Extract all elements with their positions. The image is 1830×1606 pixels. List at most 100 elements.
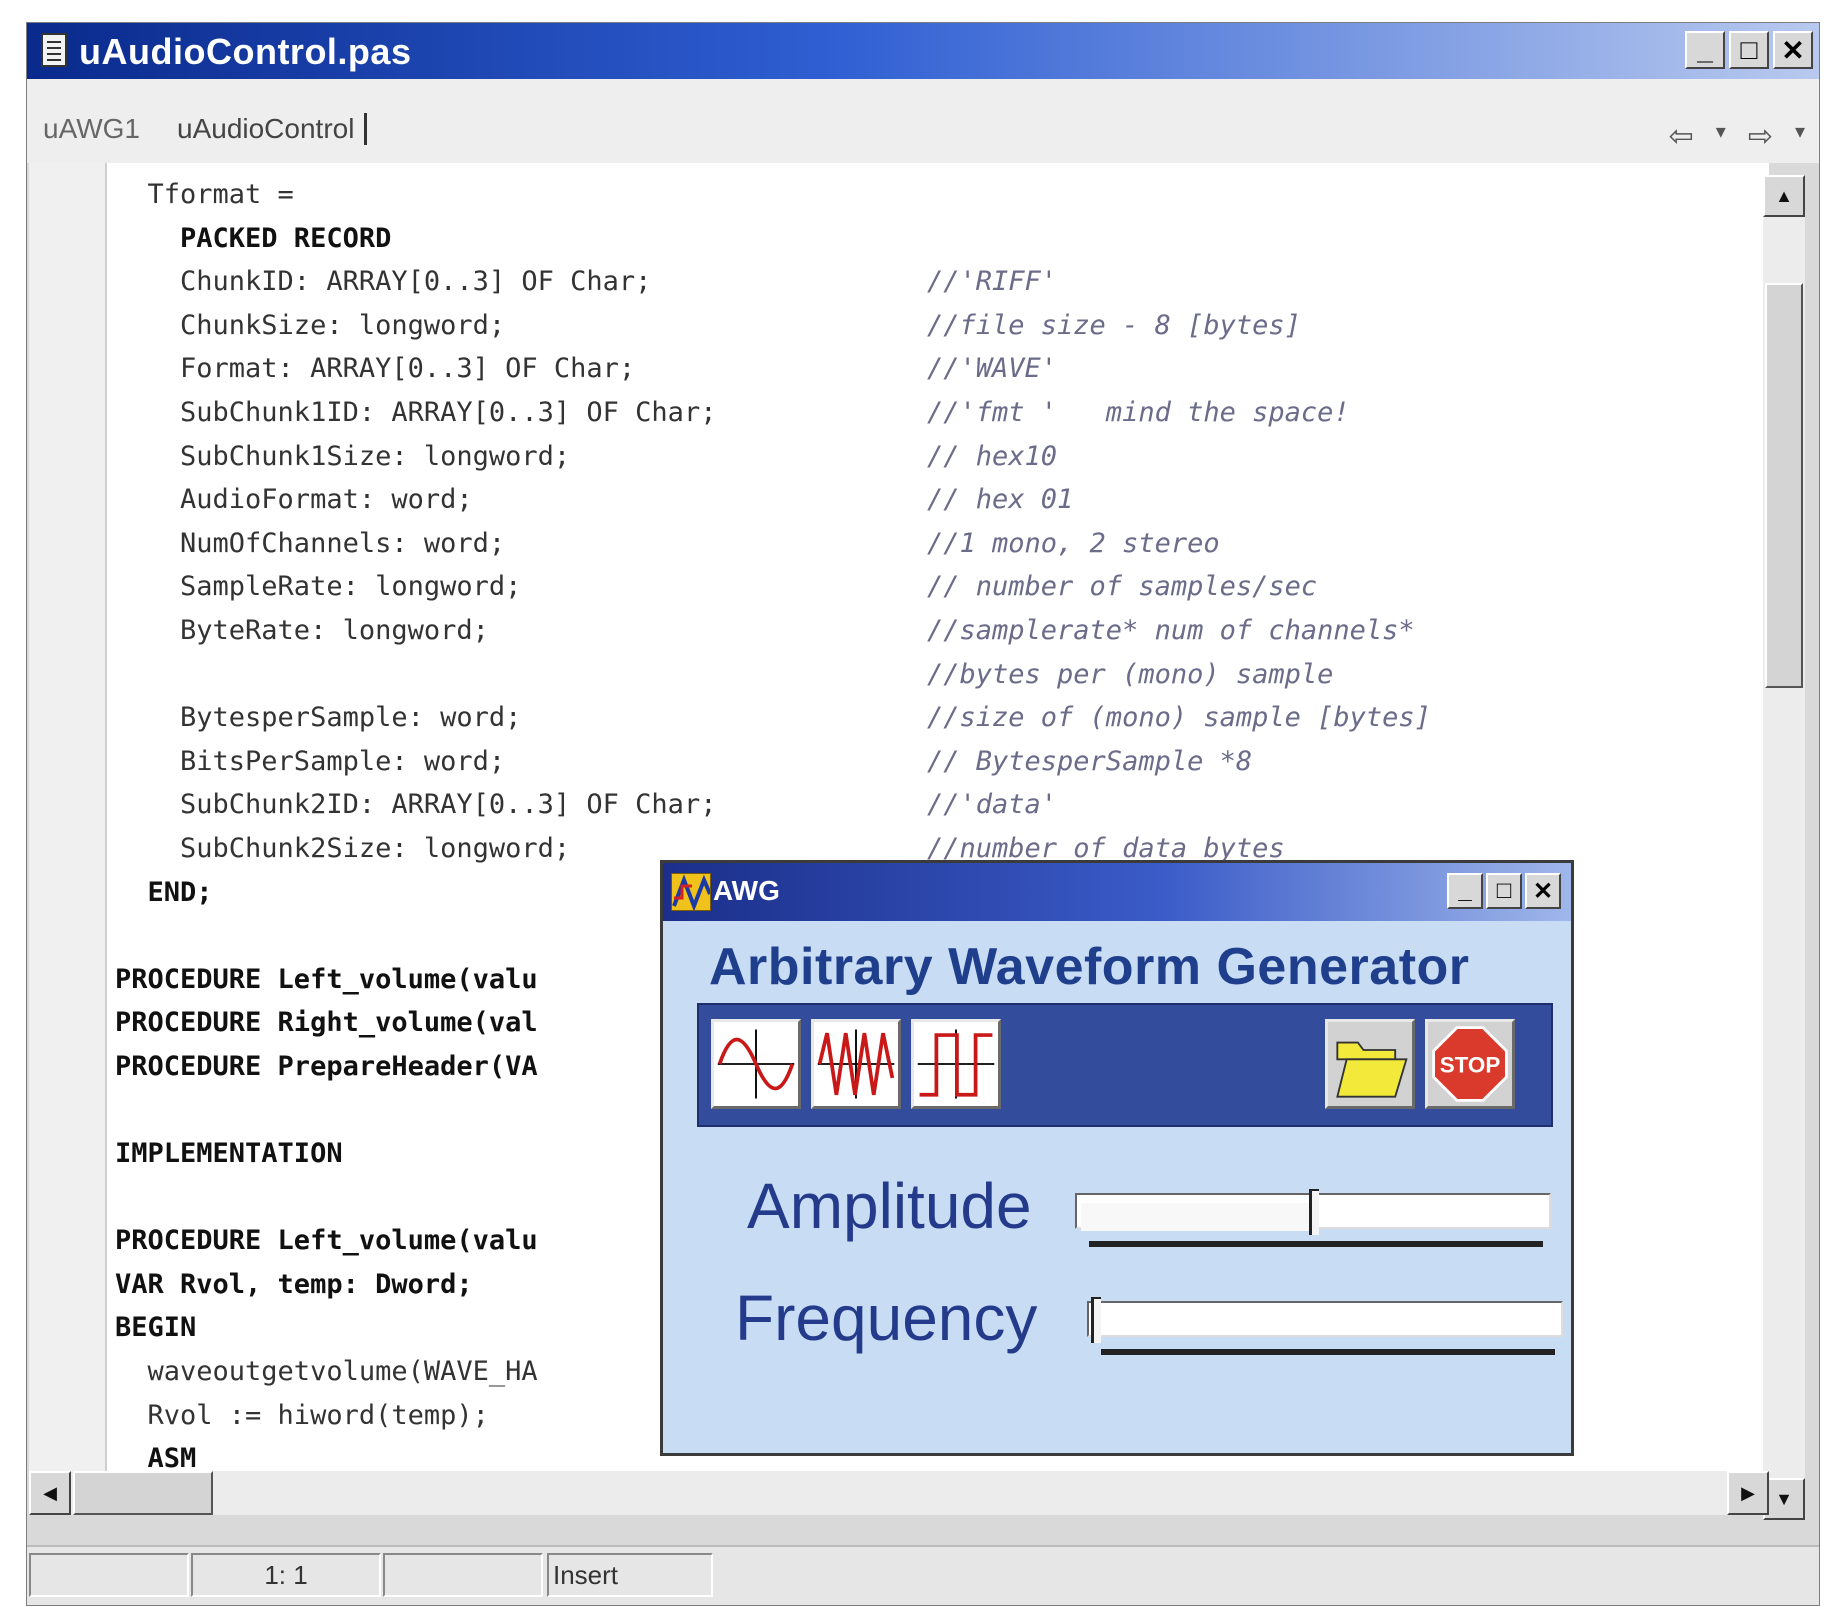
vertical-scrollbar[interactable]: ▲ ▼	[1763, 175, 1805, 1520]
insert-mode: Insert	[547, 1553, 713, 1597]
tab-uawg1[interactable]: uAWG1	[43, 113, 140, 145]
code-line: PACKED RECORD	[115, 217, 716, 261]
code-text: END;	[115, 876, 213, 908]
scroll-down-button[interactable]: ▼	[1763, 1478, 1805, 1520]
code-line: AudioFormat: word; // hex 01	[115, 478, 1073, 522]
code-line: SubChunk2Size: longword;//number of data…	[115, 827, 1285, 871]
status-bar: 1: 1 Insert	[27, 1545, 1819, 1605]
code-text: ASM	[115, 1443, 197, 1475]
code-comment: // hex10	[927, 440, 1058, 472]
triangle-wave-icon	[817, 1029, 895, 1099]
maximize-icon: □	[1740, 34, 1758, 65]
forward-dropdown-icon[interactable]: ▾	[1795, 119, 1805, 154]
triangle-wave-button[interactable]	[811, 1019, 901, 1109]
code-line: IMPLEMENTATION	[115, 1132, 716, 1176]
awg-close-button[interactable]: ✕	[1525, 873, 1561, 909]
code-text: SubChunk1ID: ARRAY[0..3] OF Char;	[115, 396, 717, 428]
code-line: PROCEDURE Left_volume(valu	[115, 958, 716, 1002]
scroll-up-button[interactable]: ▲	[1763, 175, 1805, 217]
sine-wave-button[interactable]	[711, 1019, 801, 1109]
amplitude-label: Amplitude	[747, 1170, 1032, 1242]
code-text: BytesperSample: word;	[115, 702, 522, 734]
window-controls: _ □ ✕	[1685, 31, 1813, 69]
code-line: Rvol := hiword(temp);	[115, 1394, 716, 1438]
awg-minimize-button[interactable]: _	[1447, 873, 1483, 909]
horizontal-scroll-thumb[interactable]	[73, 1471, 213, 1515]
code-text: ByteRate: longword;	[115, 614, 489, 646]
code-line: END;	[115, 871, 716, 915]
awg-window-controls: _ □ ✕	[1447, 873, 1561, 909]
cursor-position: 1: 1	[191, 1553, 381, 1597]
code-text: AudioFormat: word;	[115, 484, 473, 516]
scroll-right-button[interactable]: ▶	[1727, 1471, 1769, 1515]
frequency-label: Frequency	[735, 1282, 1038, 1354]
code-comment: //bytes per (mono) sample	[927, 658, 1334, 690]
title-bar[interactable]: uAudioControl.pas _ □ ✕	[27, 23, 1819, 79]
code-line: VAR Rvol, temp: Dword;	[115, 1263, 716, 1307]
code-text: IMPLEMENTATION	[115, 1138, 343, 1170]
scroll-left-button[interactable]: ◀	[29, 1471, 71, 1515]
code-comment: // number of samples/sec	[927, 571, 1318, 603]
arrow-down-icon: ▼	[1775, 1488, 1793, 1509]
status-cell-empty	[29, 1553, 189, 1597]
code-comment: //'RIFF'	[927, 266, 1058, 298]
vertical-scroll-thumb[interactable]	[1765, 283, 1803, 688]
code-text: VAR Rvol, temp: Dword;	[115, 1268, 473, 1300]
tab-uaudiocontrol[interactable]: uAudioControl	[177, 113, 368, 145]
amplitude-slider[interactable]	[1075, 1189, 1551, 1247]
back-arrow-icon[interactable]: ⇦	[1669, 119, 1694, 154]
arrow-right-icon: ▶	[1741, 1482, 1755, 1503]
code-comment: //samplerate* num of channels*	[927, 614, 1415, 646]
awg-maximize-button[interactable]: □	[1486, 873, 1522, 909]
close-button[interactable]: ✕	[1773, 31, 1813, 69]
square-wave-button[interactable]	[911, 1019, 1001, 1109]
code-line: ByteRate: longword; //samplerate* num of …	[115, 609, 1415, 653]
close-icon: ✕	[1532, 877, 1554, 905]
code-area[interactable]: Tformat = PACKED RECORD ChunkID: ARRAY[0…	[115, 173, 1431, 1513]
amplitude-slider-thumb[interactable]	[1309, 1189, 1319, 1235]
code-text: Rvol := hiword(temp);	[115, 1399, 489, 1431]
code-text: Format: ARRAY[0..3] OF Char;	[115, 353, 636, 385]
maximize-button[interactable]: □	[1729, 31, 1769, 69]
arrow-left-icon: ◀	[43, 1482, 57, 1503]
code-text: waveoutgetvolume(WAVE_HA	[115, 1356, 538, 1388]
back-dropdown-icon[interactable]: ▾	[1716, 119, 1726, 154]
code-line: BitsPerSample: word; // BytesperSample *8	[115, 740, 1252, 784]
frequency-slider[interactable]	[1087, 1297, 1563, 1355]
code-line: PROCEDURE Right_volume(val	[115, 1001, 716, 1045]
code-line: NumOfChannels: word; //1 mono, 2 stereo	[115, 522, 1220, 566]
code-comment: //'WAVE'	[927, 353, 1058, 385]
frequency-slider-thumb[interactable]	[1091, 1297, 1101, 1343]
editor-gutter	[29, 163, 107, 1513]
waveform-toolbar: STOP	[697, 1003, 1553, 1127]
stop-button[interactable]: STOP	[1425, 1019, 1515, 1109]
code-comment: //file size - 8 [bytes]	[927, 309, 1301, 341]
code-text: BitsPerSample: word;	[115, 745, 506, 777]
horizontal-scrollbar[interactable]: ◀ ▶	[29, 1471, 1769, 1515]
awg-heading: Arbitrary Waveform Generator	[709, 938, 1470, 996]
code-text: ChunkSize: longword;	[115, 309, 506, 341]
awg-title-bar[interactable]: AWG _ □ ✕	[663, 863, 1571, 921]
maximize-icon: □	[1496, 877, 1512, 904]
frequency-slider-track[interactable]	[1087, 1301, 1563, 1337]
code-text: PACKED RECORD	[115, 222, 392, 254]
code-line: //bytes per (mono) sample	[115, 653, 1333, 697]
forward-arrow-icon[interactable]: ⇨	[1748, 119, 1773, 154]
code-line: PROCEDURE Left_volume(valu	[115, 1219, 716, 1263]
code-text: BEGIN	[115, 1312, 197, 1344]
code-line: SampleRate: longword; // number of sample…	[115, 565, 1317, 609]
code-text: SampleRate: longword;	[115, 571, 522, 603]
status-cell-modified	[383, 1553, 543, 1597]
minimize-icon: _	[1458, 877, 1472, 904]
code-comment: //size of (mono) sample [bytes]	[927, 702, 1431, 734]
code-text: SubChunk1Size: longword;	[115, 440, 571, 472]
code-line: Tformat =	[115, 173, 716, 217]
code-text: NumOfChannels: word;	[115, 527, 506, 559]
code-text: PROCEDURE Right_volume(val	[115, 1007, 538, 1039]
open-folder-button[interactable]	[1325, 1019, 1415, 1109]
sine-wave-icon	[717, 1029, 795, 1099]
arrow-up-icon: ▲	[1775, 185, 1793, 206]
minimize-button[interactable]: _	[1685, 31, 1725, 69]
